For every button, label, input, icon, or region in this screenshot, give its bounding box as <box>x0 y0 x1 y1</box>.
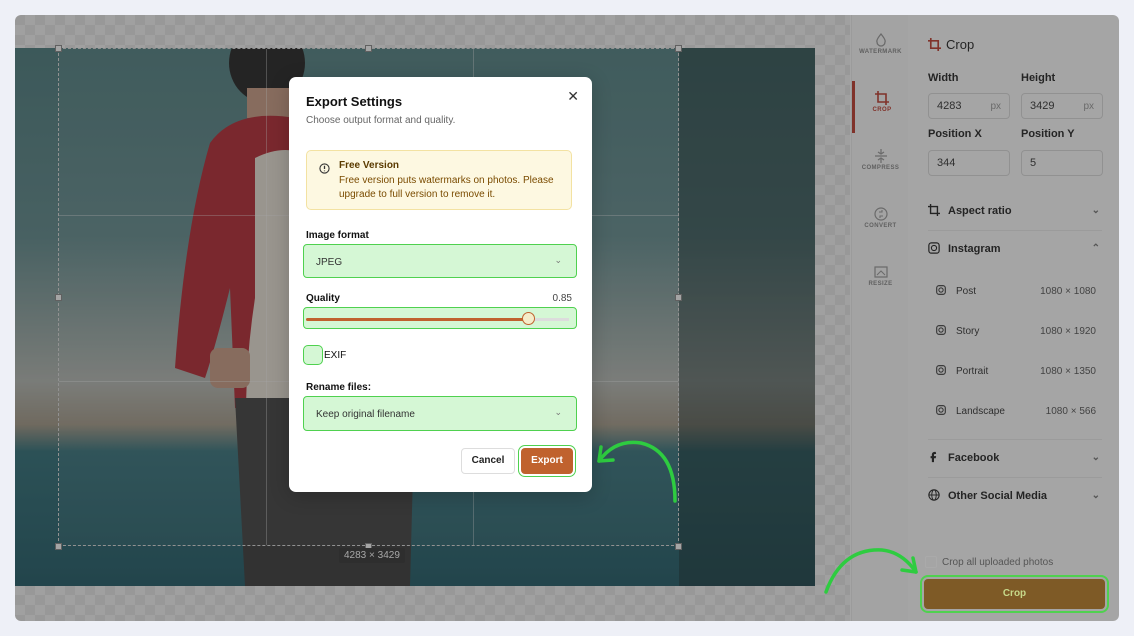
image-format-label: Image format <box>306 230 369 241</box>
export-settings-dialog: Export Settings Choose output format and… <box>289 77 592 492</box>
checkbox[interactable] <box>925 556 937 568</box>
cancel-button[interactable]: Cancel <box>461 448 515 474</box>
close-icon[interactable]: ✕ <box>567 88 579 105</box>
quality-slider-fill <box>306 318 569 321</box>
quality-slider-thumb[interactable] <box>522 312 535 325</box>
exif-checkbox[interactable] <box>303 345 323 365</box>
crop-button[interactable]: Crop <box>920 575 1109 613</box>
quality-label: Quality <box>306 293 340 304</box>
app-window: 4283 × 3429 WATERMARK CROP COMPRESS CONV… <box>15 15 1119 621</box>
chevron-down-icon: ⌄ <box>554 407 562 417</box>
dialog-title: Export Settings <box>306 94 403 109</box>
export-button[interactable]: Export <box>518 445 576 477</box>
green-arrow-annotation <box>597 440 677 503</box>
dialog-subtitle: Choose output format and quality. <box>306 115 456 126</box>
image-format-select[interactable]: JPEG ⌄ <box>303 244 577 278</box>
green-arrow-annotation <box>824 548 918 594</box>
exif-label: EXIF <box>324 350 347 361</box>
rename-files-select[interactable]: Keep original filename ⌄ <box>303 396 577 431</box>
rename-files-label: Rename files: <box>306 382 372 393</box>
info-icon <box>319 163 330 174</box>
quality-value: 0.85 <box>552 293 572 304</box>
free-version-notice: Free Version Free version puts watermark… <box>306 150 572 210</box>
chevron-down-icon: ⌄ <box>554 255 562 265</box>
